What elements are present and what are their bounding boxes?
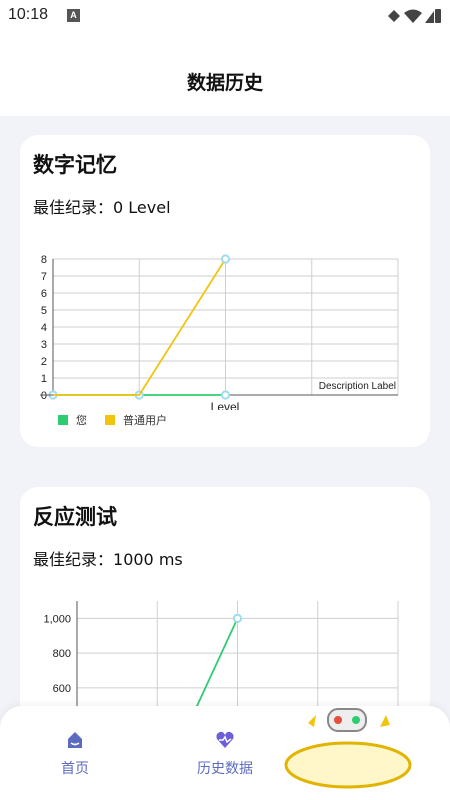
legend-swatch-yellow xyxy=(105,415,115,425)
digit-memory-card[interactable]: 数字记忆 最佳纪录：0 Level 0 1 2 3 4 5 6 7 8 Level Descript… xyxy=(20,135,430,447)
app-header: 数据历史 xyxy=(0,34,450,116)
y-tick-label: 1 xyxy=(41,373,47,385)
page-title: 数据历史 xyxy=(186,72,263,94)
y-tick-label: 1,000 xyxy=(43,613,71,625)
digit-memory-chart: 0 1 2 3 4 5 6 7 8 Level Description Label xyxy=(40,254,399,410)
best-record-label: 最佳纪录： xyxy=(33,550,114,569)
legend-item-average: 普通用户 xyxy=(105,412,167,428)
description-label: Description Label xyxy=(319,381,396,392)
nav-item-home[interactable]: 首页 xyxy=(20,706,130,800)
y-tick-label: 3 xyxy=(41,339,47,351)
legend-item-you: 您 xyxy=(58,412,87,428)
y-tick-label: 5 xyxy=(41,305,47,317)
best-record-label: 最佳纪录： xyxy=(33,198,114,217)
y-tick-label: 6 xyxy=(41,288,47,300)
chart-legend: 您 普通用户 xyxy=(58,412,185,428)
y-tick-label: 2 xyxy=(41,356,47,368)
home-icon xyxy=(68,732,82,748)
watermark-logo xyxy=(284,708,412,789)
status-bar: 10:18 A xyxy=(0,0,450,34)
x-axis-label: Level xyxy=(211,400,240,410)
nav-label-home: 首页 xyxy=(61,761,89,777)
card-title: 反应测试 xyxy=(33,505,117,529)
best-record: 最佳纪录：1000 ms xyxy=(33,546,183,570)
nav-item-history[interactable]: 历史数据 xyxy=(170,706,280,800)
data-point xyxy=(220,390,231,400)
legend-label: 您 xyxy=(76,414,87,427)
best-record-value: 1000 ms xyxy=(113,550,183,569)
data-point xyxy=(232,613,243,623)
legend-swatch-green xyxy=(58,415,68,425)
y-tick-label: 8 xyxy=(41,254,47,266)
reaction-test-card[interactable]: 反应测试 最佳纪录：1000 ms 4006008001,000 xyxy=(20,487,430,727)
battery-icon xyxy=(435,9,441,23)
y-tick-label: 600 xyxy=(53,683,71,695)
y-tick-label: 7 xyxy=(41,271,47,283)
nav-label-history: 历史数据 xyxy=(197,761,253,777)
status-icons xyxy=(388,9,441,23)
best-record-value: 0 Level xyxy=(113,198,171,217)
data-point xyxy=(220,254,231,264)
legend-label: 普通用户 xyxy=(123,414,167,427)
card-title: 数字记忆 xyxy=(33,153,117,177)
cell-signal-icon xyxy=(425,11,434,23)
heart-chart-icon xyxy=(216,731,234,748)
y-tick-label: 0 xyxy=(41,390,47,402)
wifi-icon xyxy=(404,9,422,23)
y-tick-label: 4 xyxy=(41,322,47,334)
notification-a-icon: A xyxy=(67,9,80,22)
signal-diamond-icon xyxy=(388,10,400,22)
y-tick-label: 800 xyxy=(53,648,71,660)
status-time: 10:18 xyxy=(8,6,49,23)
best-record: 最佳纪录：0 Level xyxy=(33,194,171,218)
